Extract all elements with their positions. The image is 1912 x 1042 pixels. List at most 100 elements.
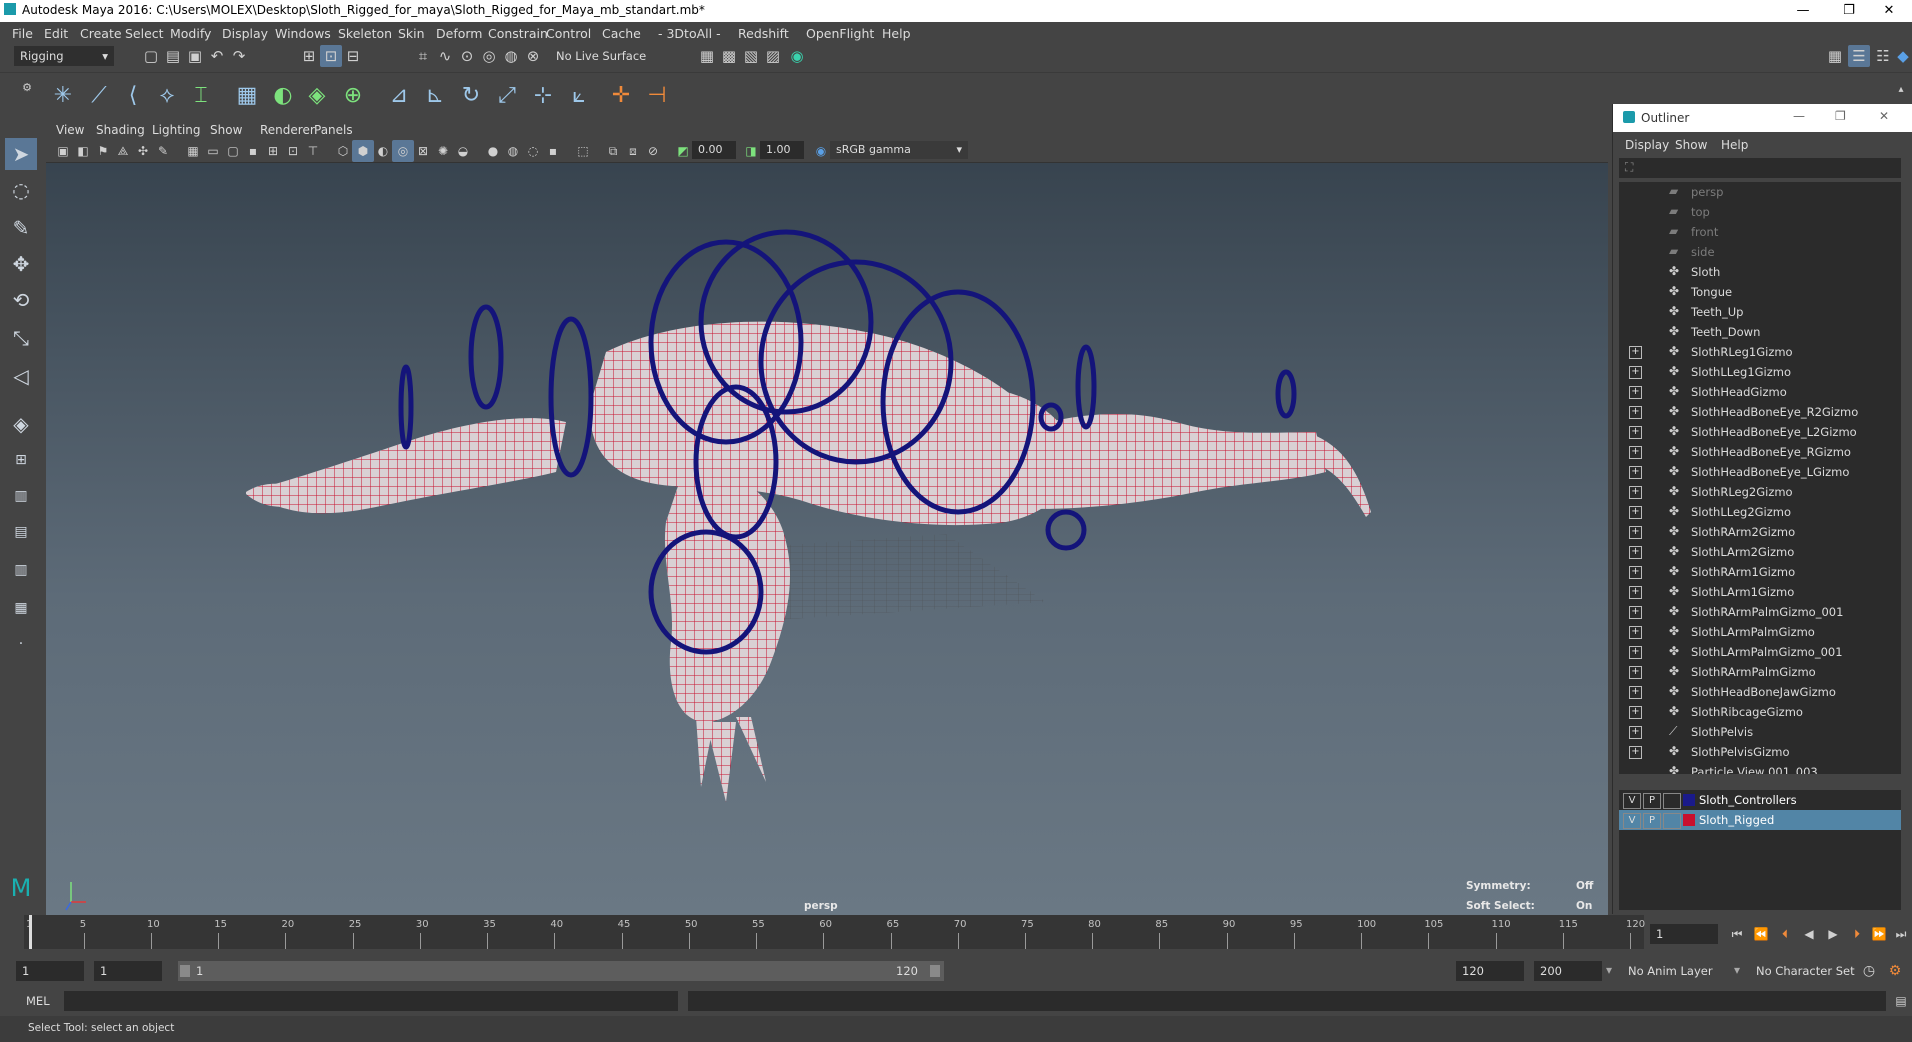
viewport-menu-lighting[interactable]: Lighting [152, 123, 201, 137]
pole-vector-icon[interactable]: ⟀ [564, 81, 594, 111]
outliner-item[interactable]: + ✤ SlothLArmPalmGizmo [1619, 622, 1901, 642]
close-button[interactable]: ✕ [1866, 0, 1912, 22]
single-view-icon[interactable]: ◈ [5, 408, 37, 440]
2d-pan-icon[interactable]: ✣ [132, 140, 154, 162]
outliner-item[interactable]: ▰ top [1619, 202, 1901, 222]
safe-title-icon[interactable]: ⊤ [302, 140, 324, 162]
locator-icon[interactable]: ✛ [606, 81, 636, 111]
expand-icon[interactable]: + [1629, 626, 1642, 639]
menu-help[interactable]: Help [882, 26, 911, 41]
outliner-item[interactable]: ▰ persp [1619, 182, 1901, 202]
expand-icon[interactable]: + [1629, 546, 1642, 559]
anim-layer-select[interactable]: No Anim Layer [1628, 964, 1713, 978]
layer-display-type-toggle[interactable] [1663, 813, 1681, 829]
step-back-key-icon[interactable]: ⏪ [1750, 923, 1772, 945]
persp-uv-icon[interactable]: ▦ [5, 592, 37, 624]
viewport-menu-panels[interactable]: Panels [314, 123, 353, 137]
expand-icon[interactable]: + [1629, 646, 1642, 659]
menu-control[interactable]: Control [546, 26, 591, 41]
outliner-item[interactable]: + ✤ SlothRibcageGizmo [1619, 702, 1901, 722]
persp-hypergraph-icon[interactable]: ▥ [5, 554, 37, 586]
outliner-item[interactable]: + ✤ SlothLArmPalmGizmo_001 [1619, 642, 1901, 662]
outliner-search-field[interactable]: ⛶ [1619, 158, 1901, 178]
auto-key-icon[interactable]: ◷ [1858, 960, 1880, 982]
anim-start-field[interactable]: 1 [94, 961, 162, 981]
anim-end-field[interactable]: 120 [1456, 961, 1524, 981]
expand-icon[interactable]: + [1629, 726, 1642, 739]
expand-icon[interactable]: + [1629, 526, 1642, 539]
move-tool-icon[interactable]: ✥ [5, 248, 37, 280]
expand-icon[interactable]: + [1629, 406, 1642, 419]
outliner-item[interactable]: + ✤ SlothRArm1Gizmo [1619, 562, 1901, 582]
expand-icon[interactable]: + [1629, 686, 1642, 699]
ik-spline-icon[interactable]: ⟨ [118, 81, 148, 111]
mode-select[interactable]: Rigging ▾ [14, 46, 114, 66]
menu-skin[interactable]: Skin [398, 26, 425, 41]
select-tool-icon[interactable]: ➤ [5, 138, 37, 170]
outliner-item[interactable]: + ✤ SlothLLeg2Gizmo [1619, 502, 1901, 522]
smooth-bind-icon[interactable]: ⌶ [186, 81, 216, 111]
rotate-tool-icon[interactable]: ⟲ [5, 284, 37, 316]
bookmark-icon[interactable]: ⚑ [92, 140, 114, 162]
menu-redshift[interactable]: Redshift [738, 26, 789, 41]
lights-icon[interactable]: ✺ [432, 140, 454, 162]
outliner-menu-help[interactable]: Help [1721, 138, 1748, 152]
outliner-menu-display[interactable]: Display [1625, 138, 1669, 152]
layer-visibility-toggle[interactable]: V [1623, 793, 1641, 809]
outliner-item[interactable]: + ✤ SlothRLeg1Gizmo [1619, 342, 1901, 362]
color-space-select[interactable]: sRGB gamma ▾ [830, 141, 968, 159]
motion-blur-icon[interactable]: ◍ [502, 140, 524, 162]
play-forward-icon[interactable]: ▶ [1822, 923, 1844, 945]
attribute-editor-icon[interactable]: ☷ [1872, 45, 1894, 67]
scene-view[interactable] [46, 162, 1608, 915]
outliner-item[interactable]: + ✤ SlothHeadBoneEye_LGizmo [1619, 462, 1901, 482]
cluster-icon[interactable]: ◐ [268, 81, 298, 111]
parent-constraint-icon[interactable]: ⊹ [528, 81, 558, 111]
safe-action-icon[interactable]: ⊡ [282, 140, 304, 162]
outliner-item[interactable]: + ✤ SlothRArm2Gizmo [1619, 522, 1901, 542]
shelf-scroll-icon[interactable]: ▴ [1890, 79, 1912, 101]
outliner-item[interactable]: + ✤ SlothLArm2Gizmo [1619, 542, 1901, 562]
character-set-select[interactable]: No Character Set [1756, 964, 1855, 978]
snap-grid-icon[interactable]: ⌗ [412, 45, 434, 67]
menu-windows[interactable]: Windows [275, 26, 331, 41]
layout-more-icon[interactable]: · [5, 628, 37, 660]
outliner-menu-show[interactable]: Show [1675, 138, 1707, 152]
menu-openflight[interactable]: OpenFlight [806, 26, 874, 41]
point-constraint-icon[interactable]: ⊿ [384, 81, 414, 111]
range-end-handle[interactable] [930, 965, 940, 977]
insert-joint-icon[interactable]: ⟡ [152, 81, 182, 111]
command-input[interactable] [64, 991, 678, 1011]
menu-cache[interactable]: Cache [602, 26, 641, 41]
smooth-shade-icon[interactable]: ⬢ [352, 140, 374, 162]
ipr-render-icon[interactable]: ▧ [740, 45, 762, 67]
outliner-restore-button[interactable]: ❐ [1835, 109, 1846, 123]
menu-constrain[interactable]: Constrain [488, 26, 548, 41]
arm-gizmo[interactable] [548, 316, 594, 478]
isolate-select-icon[interactable]: ⬚ [572, 140, 594, 162]
orient-constraint-icon[interactable]: ↻ [456, 81, 486, 111]
outliner-close-button[interactable]: ✕ [1879, 109, 1889, 123]
modeling-toolkit-icon[interactable]: ◆ [1892, 45, 1912, 67]
go-to-start-icon[interactable]: ⏮ [1726, 923, 1748, 945]
outliner-item[interactable]: + ✤ SlothLArm1Gizmo [1619, 582, 1901, 602]
menu-skeleton[interactable]: Skeleton [338, 26, 392, 41]
arm2-gizmo[interactable] [468, 304, 504, 410]
layer-color-swatch[interactable] [1683, 794, 1695, 806]
expand-icon[interactable]: + [1629, 346, 1642, 359]
layer-row[interactable]: V P Sloth_Controllers [1619, 790, 1901, 810]
leg-gizmo[interactable] [1275, 369, 1297, 419]
scale-constraint-icon[interactable]: ⤢ [492, 81, 522, 111]
layer-playback-toggle[interactable]: P [1643, 813, 1661, 829]
hand-gizmo[interactable] [398, 364, 414, 450]
outliner-item[interactable]: + ✤ SlothRLeg2Gizmo [1619, 482, 1901, 502]
color-management-icon[interactable]: ◉ [810, 140, 832, 162]
outliner-item[interactable]: ✤ Tongue [1619, 282, 1901, 302]
shelf-menu-icon[interactable]: ⚙ [16, 77, 38, 99]
resolution-gate-icon[interactable]: ▢ [222, 140, 244, 162]
menu-select[interactable]: Select [125, 26, 164, 41]
new-scene-icon[interactable]: ▢ [140, 45, 162, 67]
viewport-menu-shading[interactable]: Shading [96, 123, 145, 137]
viewport-menu-view[interactable]: View [56, 123, 84, 137]
play-back-icon[interactable]: ◀ [1798, 923, 1820, 945]
